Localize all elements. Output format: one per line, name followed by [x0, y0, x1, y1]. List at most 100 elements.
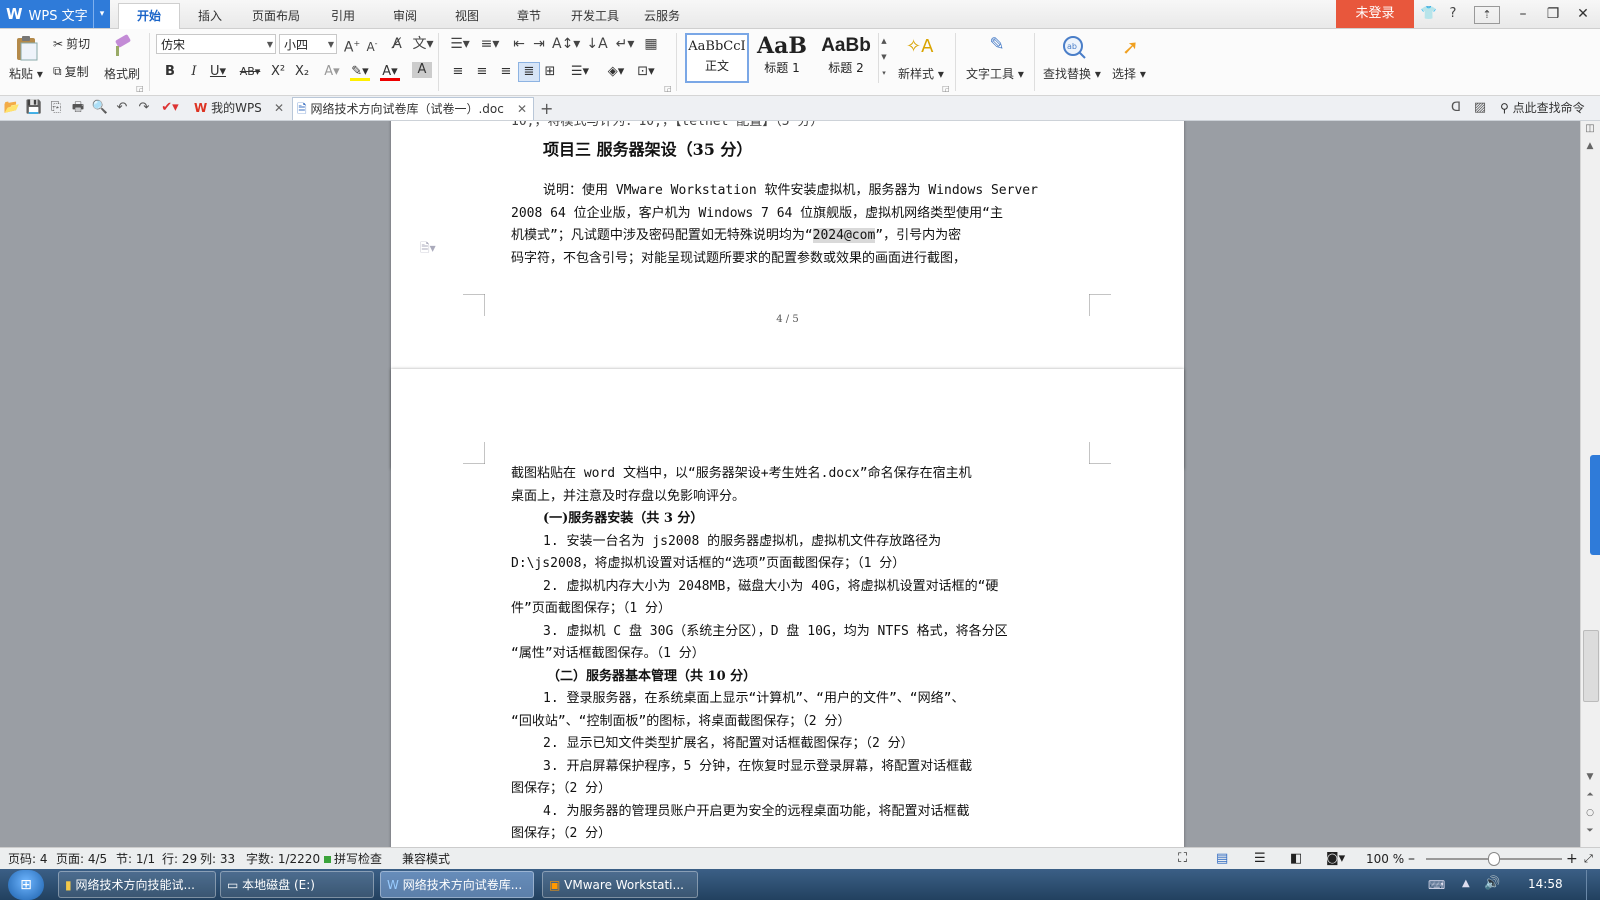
styles-scroll[interactable]: ▲ ▼ ▾: [878, 33, 889, 83]
underline-icon[interactable]: U▾: [208, 62, 228, 82]
format-painter-button[interactable]: 格式刷: [104, 65, 140, 82]
font-name-select[interactable]: 仿宋 ▼: [156, 34, 276, 54]
paste-icon[interactable]: [12, 34, 40, 62]
show-desktop-button[interactable]: [1586, 870, 1600, 900]
doc-tab-active[interactable]: 🗎 网络技术方向试卷库（试卷一）.doc ✕: [292, 97, 534, 120]
undo-icon[interactable]: ↶: [112, 98, 132, 118]
comment-icon[interactable]: ▨: [1470, 98, 1490, 118]
outline-view-icon[interactable]: ☰: [1254, 851, 1266, 867]
status-row[interactable]: 行: 29: [162, 851, 197, 867]
login-button[interactable]: 未登录: [1336, 0, 1414, 28]
numbered-list-icon[interactable]: ≡▾: [476, 33, 504, 55]
paragraph-layout-icon[interactable]: 🗎▾: [420, 239, 436, 260]
grow-font-icon[interactable]: A+: [341, 33, 363, 56]
tab-review[interactable]: 审阅: [380, 4, 430, 28]
character-shading-icon[interactable]: A: [412, 62, 432, 78]
tab-page-layout[interactable]: 页面布局: [245, 4, 307, 28]
zoom-out-icon[interactable]: –: [1408, 851, 1415, 867]
style-heading-2[interactable]: AaBb 标题 2: [815, 33, 877, 83]
taskbar-item-vmware[interactable]: ▣ VMware Workstati...: [542, 871, 698, 898]
show-marks-icon[interactable]: ↵▾: [612, 33, 638, 55]
print-preview-icon[interactable]: 🔍: [90, 98, 110, 118]
zoom-slider-thumb[interactable]: [1488, 852, 1500, 866]
zoom-level[interactable]: 100 %: [1366, 851, 1404, 867]
highlight-icon[interactable]: ✎▾: [350, 62, 370, 81]
distributed-icon[interactable]: ⊞: [540, 62, 560, 82]
clear-format-icon[interactable]: A̸: [386, 33, 408, 55]
tab-developer[interactable]: 开发工具: [562, 4, 628, 28]
ribbon-collapse-icon[interactable]: ⇡: [1474, 6, 1500, 24]
eye-protection-icon[interactable]: ◙▾: [1326, 851, 1345, 867]
wps-app-menu[interactable]: W WPS 文字 ▾: [0, 0, 110, 28]
taskbar-item-wps[interactable]: W 网络技术方向试卷库...: [380, 871, 534, 898]
tray-expand-icon[interactable]: ▲: [1462, 878, 1470, 889]
tab-insert[interactable]: 插入: [185, 4, 235, 28]
close-tab-icon[interactable]: ✕: [517, 98, 527, 121]
copy-button[interactable]: ⧉ 复制: [53, 63, 89, 80]
tab-chapter[interactable]: 章节: [504, 4, 554, 28]
paragraph-dialog-launcher[interactable]: ◲: [664, 84, 672, 93]
tab-references[interactable]: 引用: [318, 4, 368, 28]
save-icon[interactable]: 💾: [24, 98, 44, 118]
taskbar-item-disk[interactable]: ▭ 本地磁盘 (E:): [220, 871, 374, 898]
new-style-button[interactable]: 新样式 ▾: [898, 65, 944, 82]
style-normal[interactable]: AaBbCcI 正文: [685, 33, 749, 83]
bold-icon[interactable]: B: [160, 62, 180, 82]
superscript-icon[interactable]: X²: [268, 62, 288, 82]
scroll-up-icon[interactable]: ▲: [1582, 141, 1598, 155]
style-heading-1[interactable]: AaB 标题 1: [751, 33, 813, 83]
scroll-down-icon[interactable]: ▼: [1582, 772, 1598, 786]
browse-object-icon[interactable]: ○: [1582, 808, 1598, 822]
format-painter-icon[interactable]: [110, 34, 134, 58]
align-right-icon[interactable]: ≡: [496, 62, 516, 82]
print-icon[interactable]: 🖶: [68, 98, 88, 118]
help-icon[interactable]: ?: [1442, 4, 1464, 24]
font-size-select[interactable]: 小四 ▼: [279, 34, 337, 54]
previous-page-icon[interactable]: ⏶: [1582, 790, 1598, 804]
sort-icon[interactable]: ↓A: [586, 33, 608, 55]
shirt-icon[interactable]: 👕: [1418, 4, 1440, 24]
styles-dialog-launcher[interactable]: ◲: [942, 84, 950, 93]
find-replace-button[interactable]: 查找替换 ▾: [1043, 65, 1101, 82]
chevron-down-icon[interactable]: ▾: [93, 0, 110, 28]
scroll-thumb[interactable]: [1583, 630, 1599, 702]
status-section[interactable]: 节: 1/1: [116, 851, 155, 867]
split-view-icon[interactable]: ◫: [1582, 123, 1598, 137]
export-pdf-icon[interactable]: ⎘: [46, 98, 66, 118]
fullscreen-icon[interactable]: ⛶: [1178, 851, 1187, 867]
justify-icon[interactable]: ≣: [518, 62, 540, 82]
clock[interactable]: 14:58: [1528, 877, 1563, 891]
keyboard-icon[interactable]: ⌨: [1428, 878, 1445, 892]
phonetic-guide-icon[interactable]: 文▾: [412, 33, 434, 55]
cut-button[interactable]: ✂ 剪切: [53, 35, 90, 52]
side-panel-toggle[interactable]: [1590, 455, 1600, 555]
redo-icon[interactable]: ↷: [134, 98, 154, 118]
restore-icon[interactable]: ❐: [1538, 0, 1568, 28]
text-effect-icon[interactable]: A▾: [322, 62, 342, 82]
status-page[interactable]: 页码: 4: [8, 851, 48, 867]
bullet-list-icon[interactable]: ☰▾: [446, 33, 474, 55]
page-view-icon[interactable]: ▤: [1216, 851, 1228, 867]
zoom-in-icon[interactable]: +: [1566, 851, 1578, 867]
start-button[interactable]: ⊞: [8, 870, 44, 900]
status-column[interactable]: 列: 33: [200, 851, 235, 867]
tab-view[interactable]: 视图: [442, 4, 492, 28]
table-icon[interactable]: ▦: [640, 33, 662, 55]
shading-icon[interactable]: ◈▾: [602, 62, 630, 82]
taskbar-item-folder[interactable]: ▮ 网络技术方向技能试...: [58, 871, 216, 898]
command-search[interactable]: ⚲ 点此查找命令: [1500, 97, 1600, 120]
new-tab-icon[interactable]: +: [540, 97, 558, 120]
increase-indent-icon[interactable]: ⇥: [528, 33, 550, 55]
borders-icon[interactable]: ⊡▾: [632, 62, 660, 82]
close-icon[interactable]: ✕: [1568, 0, 1598, 28]
status-pages[interactable]: 页面: 4/5: [56, 851, 107, 867]
select-button[interactable]: 选择 ▾: [1112, 65, 1146, 82]
decrease-indent-icon[interactable]: ⇤: [508, 33, 530, 55]
customize-quick-access-icon[interactable]: ✔▾: [160, 98, 180, 118]
tab-home[interactable]: 开始: [118, 3, 180, 30]
subscript-icon[interactable]: X₂: [292, 62, 312, 82]
doc-tab-my-wps[interactable]: W 我的WPS ✕: [190, 97, 294, 120]
web-view-icon[interactable]: ◧: [1290, 851, 1302, 867]
close-tab-icon[interactable]: ✕: [274, 97, 284, 120]
align-center-icon[interactable]: ≡: [472, 62, 492, 82]
